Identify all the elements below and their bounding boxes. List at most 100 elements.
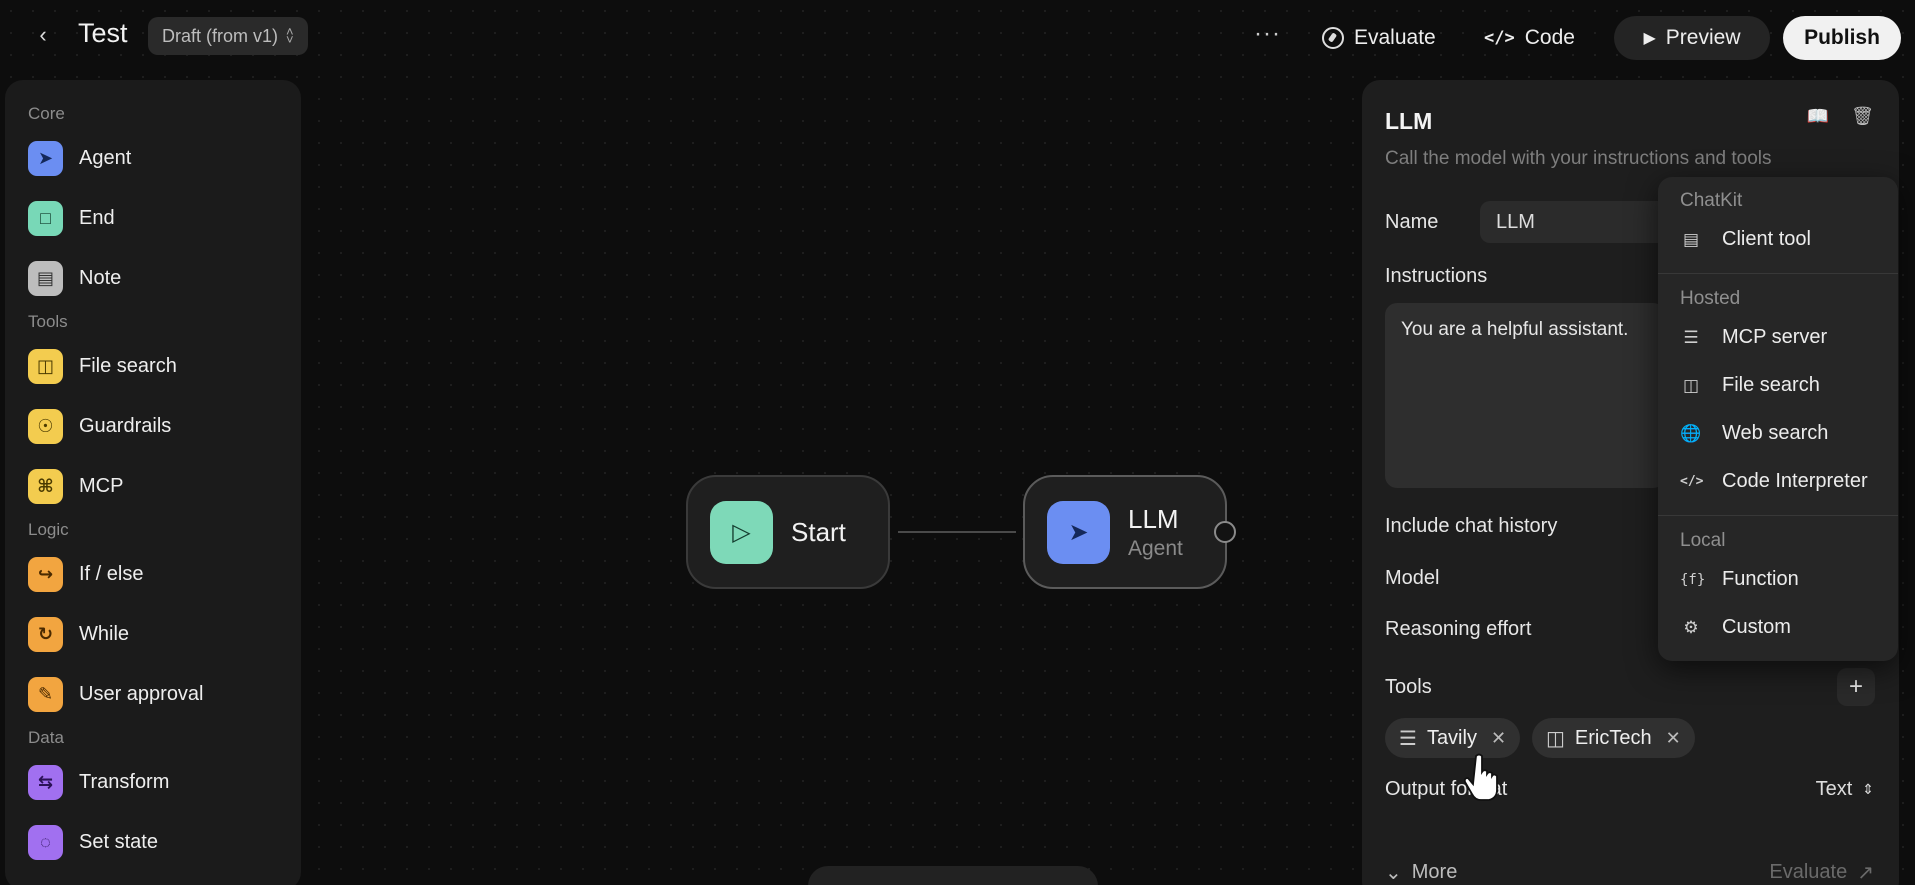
palette-item-transform[interactable]: ⇆ Transform xyxy=(5,752,301,812)
tools-label: Tools xyxy=(1385,676,1432,698)
palette-item-if-else[interactable]: ↪ If / else xyxy=(5,544,301,604)
menu-divider xyxy=(1658,273,1898,274)
close-icon[interactable]: ✕ xyxy=(1666,728,1681,749)
workflow-title: Test xyxy=(78,18,128,48)
menu-item-label: Web search xyxy=(1722,422,1829,444)
llm-node[interactable]: ➤ LLM Agent xyxy=(1023,475,1227,589)
function-icon: {f} xyxy=(1680,571,1706,588)
evaluate-link-label: Evaluate xyxy=(1769,861,1848,883)
database-icon: ◫ xyxy=(28,348,63,384)
name-input[interactable]: LLM xyxy=(1480,201,1680,243)
play-icon: ▷ xyxy=(710,500,773,564)
palette-item-agent[interactable]: ➤ Agent xyxy=(5,128,301,188)
approval-icon: ✎ xyxy=(28,676,63,712)
play-icon: ▶ xyxy=(1643,30,1656,47)
loop-icon: ↻ xyxy=(28,616,63,652)
menu-item-label: MCP server xyxy=(1722,326,1828,348)
dotted-circle-icon: ◌ xyxy=(28,824,63,860)
palette-item-label: Guardrails xyxy=(79,414,172,437)
globe-icon: 🌐 xyxy=(1680,423,1702,443)
database-icon: ◫ xyxy=(1682,375,1700,395)
menu-item-mcp-server[interactable]: ☰ MCP server xyxy=(1680,326,1827,349)
palette-item-label: If / else xyxy=(79,562,144,585)
chevron-down-icon: ⌄ xyxy=(1385,862,1402,884)
menu-item-label: File search xyxy=(1722,374,1820,396)
section-logic: Logic xyxy=(28,520,69,539)
node-label: LLM xyxy=(1128,503,1179,534)
menu-section-hosted: Hosted xyxy=(1680,288,1741,309)
evaluate-button[interactable]: Evaluate xyxy=(1322,16,1436,60)
node-subtitle: Agent xyxy=(1128,536,1183,560)
chevron-updown-icon: ˄ ˅ xyxy=(286,24,294,47)
add-tool-button[interactable]: + xyxy=(1837,668,1875,706)
preview-button[interactable]: ▶ Preview xyxy=(1614,16,1770,60)
palette-item-while[interactable]: ↻ While xyxy=(5,604,301,664)
more-options-icon[interactable]: ··· xyxy=(1254,20,1281,48)
start-node[interactable]: ▷ Start xyxy=(686,475,890,589)
palette-item-set-state[interactable]: ◌ Set state xyxy=(5,812,301,872)
more-label: More xyxy=(1411,861,1458,883)
top-bar: ‹ Test Draft (from v1) ˄ ˅ ··· Evaluate <… xyxy=(0,0,1915,74)
section-core: Core xyxy=(28,104,65,123)
shield-icon: ☉ xyxy=(28,408,63,444)
menu-section-chatkit: ChatKit xyxy=(1680,190,1743,211)
note-icon: ▤ xyxy=(28,260,63,296)
chat-history-label: Include chat history xyxy=(1385,515,1558,537)
menu-item-label: Client tool xyxy=(1722,228,1811,250)
external-link-icon: ↗ xyxy=(1857,862,1874,884)
more-toggle[interactable]: ⌄ More xyxy=(1385,860,1457,885)
palette-item-mcp[interactable]: ⌘ MCP xyxy=(5,456,301,516)
publish-button[interactable]: Publish xyxy=(1783,16,1901,60)
canvas-toolbar[interactable] xyxy=(808,866,1098,885)
menu-item-file-search[interactable]: ◫ File search xyxy=(1680,374,1820,397)
output-format-select[interactable]: Text ⇕ xyxy=(1816,778,1874,801)
tool-chip[interactable]: ◫ EricTech ✕ xyxy=(1532,718,1695,758)
database-icon: ◫ xyxy=(1546,727,1565,750)
agent-icon: ➤ xyxy=(1047,500,1110,564)
stop-square-icon: □ xyxy=(28,200,63,236)
client-tool-icon: ▤ xyxy=(1682,229,1700,249)
hand-cursor-icon xyxy=(1463,753,1498,801)
palette-item-note[interactable]: ▤ Note xyxy=(5,248,301,308)
gear-icon: ⚙ xyxy=(1683,617,1699,637)
palette-item-guardrails[interactable]: ☉ Guardrails xyxy=(5,396,301,456)
shuffle-icon: ⇆ xyxy=(28,764,63,800)
menu-item-code-interpreter[interactable]: </> Code Interpreter xyxy=(1680,470,1868,493)
mcp-server-icon: ☰ xyxy=(1399,727,1417,750)
preview-label: Preview xyxy=(1665,26,1741,49)
panel-title: LLM xyxy=(1385,108,1433,134)
panel-description: Call the model with your instructions an… xyxy=(1385,148,1772,169)
edge-start-llm xyxy=(898,531,1016,533)
menu-item-label: Custom xyxy=(1722,616,1791,638)
menu-item-function[interactable]: {f} Function xyxy=(1680,568,1799,591)
palette-item-end[interactable]: □ End xyxy=(5,188,301,248)
mcp-server-icon: ☰ xyxy=(1683,327,1699,347)
code-button[interactable]: </> Code xyxy=(1484,16,1575,60)
menu-divider xyxy=(1658,515,1898,516)
evaluate-label: Evaluate xyxy=(1354,26,1436,49)
menu-item-custom[interactable]: ⚙ Custom xyxy=(1680,616,1791,639)
book-icon[interactable]: 📖 xyxy=(1807,106,1829,127)
reasoning-label: Reasoning effort xyxy=(1385,618,1532,640)
menu-item-web-search[interactable]: 🌐 Web search xyxy=(1680,422,1828,445)
version-selector[interactable]: Draft (from v1) ˄ ˅ xyxy=(148,17,308,55)
trash-icon[interactable]: 🗑 xyxy=(1851,106,1874,127)
code-icon: </> xyxy=(1484,28,1515,48)
output-format-value: Text xyxy=(1815,778,1853,800)
palette-item-label: User approval xyxy=(79,682,204,705)
palette-item-label: Note xyxy=(79,266,122,289)
palette-item-user-approval[interactable]: ✎ User approval xyxy=(5,664,301,724)
section-tools: Tools xyxy=(28,312,68,331)
palette-item-label: Transform xyxy=(79,770,170,793)
close-icon[interactable]: ✕ xyxy=(1491,728,1506,749)
palette-item-file-search[interactable]: ◫ File search xyxy=(5,336,301,396)
compass-icon xyxy=(1322,27,1344,49)
back-arrow-icon[interactable]: ‹ xyxy=(30,22,56,48)
evaluate-link[interactable]: Evaluate ↗ xyxy=(1769,860,1874,885)
palette-item-label: Agent xyxy=(79,146,132,169)
menu-item-label: Code Interpreter xyxy=(1722,470,1868,492)
instructions-textarea[interactable]: You are a helpful assistant. xyxy=(1385,303,1665,488)
menu-item-client-tool[interactable]: ▤ Client tool xyxy=(1680,228,1811,251)
section-data: Data xyxy=(28,728,64,747)
output-handle[interactable] xyxy=(1214,521,1236,543)
